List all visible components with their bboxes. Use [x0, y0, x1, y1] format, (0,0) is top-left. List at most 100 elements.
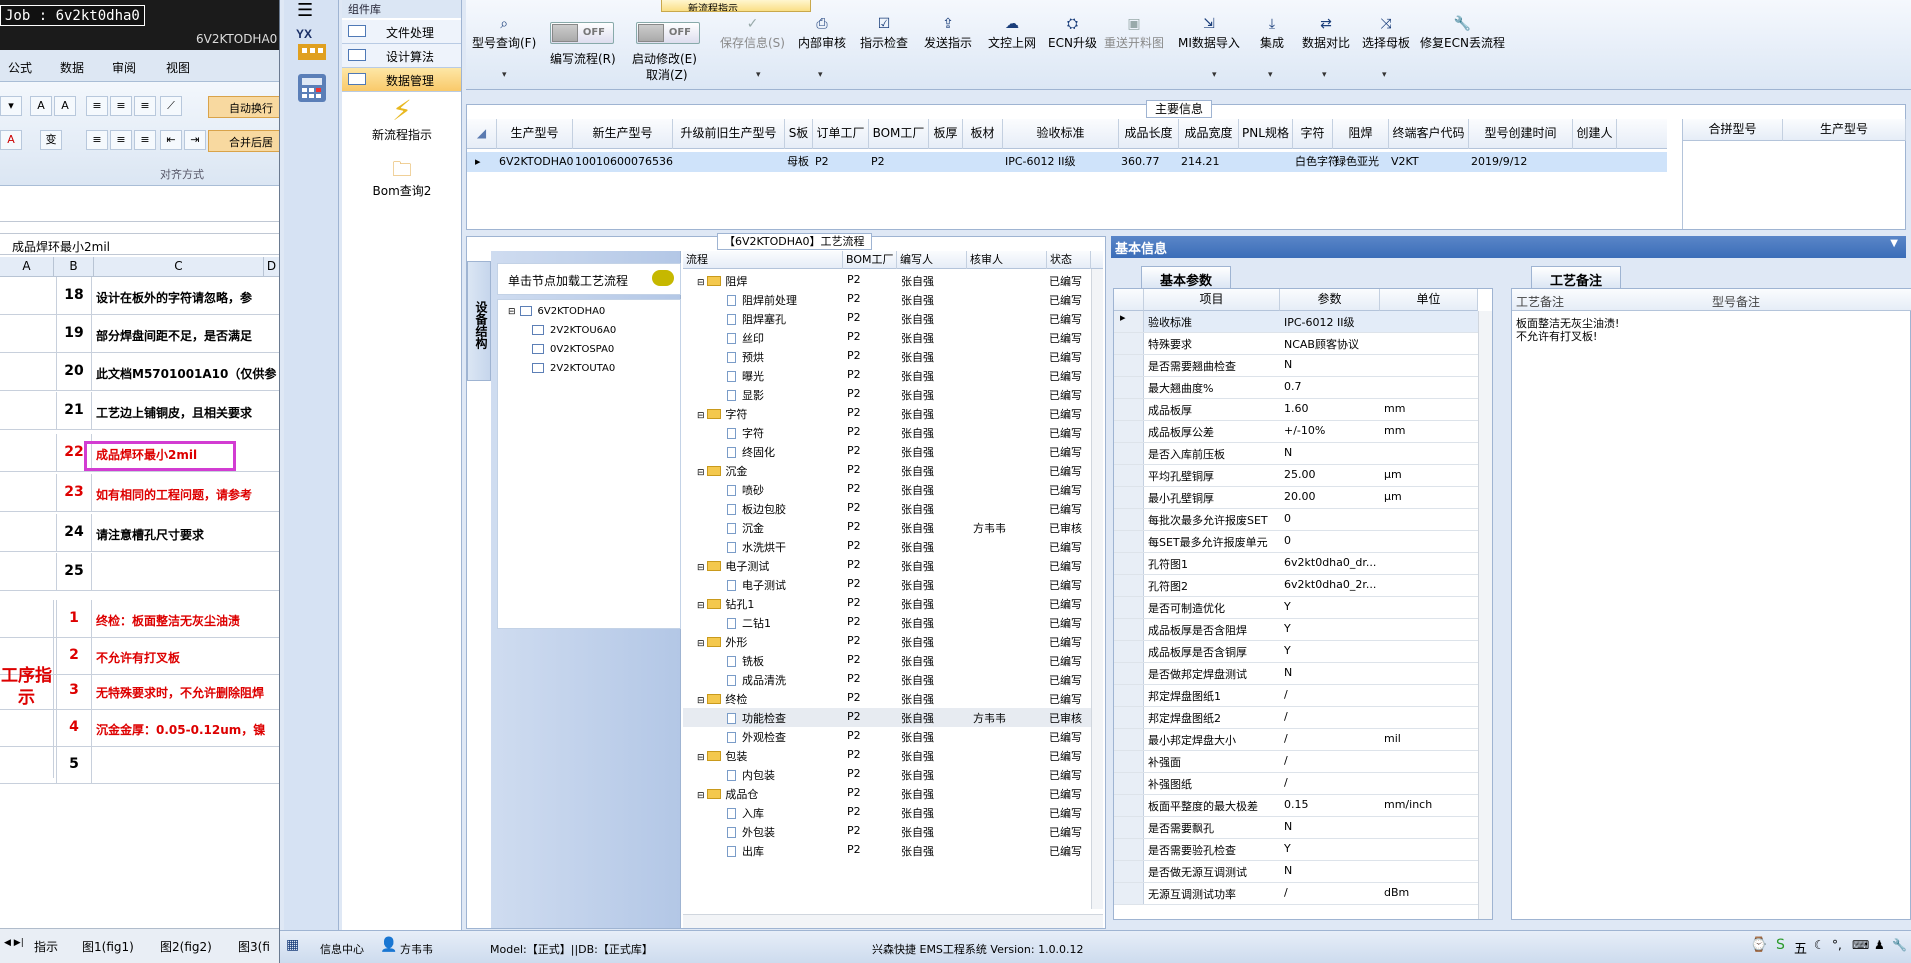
ime-logo-icon[interactable]: S: [1776, 937, 1785, 953]
sheet-tab-3[interactable]: 图2(fig2): [160, 938, 212, 955]
row-selector-icon[interactable]: ▸: [475, 152, 481, 172]
ime-icon[interactable]: ⌚: [1750, 937, 1767, 953]
row-selector[interactable]: [1114, 861, 1144, 882]
param-value[interactable]: Y: [1284, 842, 1378, 855]
table-cell[interactable]: 母板: [787, 152, 809, 172]
expander-icon[interactable]: ⊟: [697, 753, 707, 763]
phonetic-button[interactable]: 变: [40, 130, 62, 150]
param-row[interactable]: 是否需要验孔检查 Y: [1114, 839, 1478, 861]
col-header[interactable]: 板厚: [929, 119, 963, 149]
param-row[interactable]: 邦定焊盘图纸2 /: [1114, 707, 1478, 729]
flow-row[interactable]: 水洗烘干 P2 张自强 已编写: [683, 537, 1093, 556]
col-header-c[interactable]: C: [94, 257, 264, 277]
expander-icon[interactable]: ⊟: [697, 791, 707, 801]
model-query-button[interactable]: ⌕ 型号查询(F): [472, 16, 536, 51]
repair-ecn-button[interactable]: 🔧 修复ECN丢流程: [1420, 16, 1505, 51]
cell-text[interactable]: 工艺边上铺铜皮，且相关要求: [96, 404, 252, 421]
row-selector[interactable]: [1114, 553, 1144, 574]
excel-row[interactable]: 18 设计在板外的字符请忽略，参: [0, 277, 279, 315]
chevron-down-icon[interactable]: ▾: [1268, 70, 1273, 80]
param-row[interactable]: 成品板厚 1.60 mm: [1114, 399, 1478, 421]
col-header-model-memo[interactable]: 型号备注: [1712, 293, 1760, 310]
row-selector[interactable]: [1114, 509, 1144, 530]
param-value[interactable]: 6v2kt0dha0_dr...: [1284, 556, 1378, 569]
row-selector[interactable]: [1114, 707, 1144, 728]
param-row[interactable]: 补强面 /: [1114, 751, 1478, 773]
table-cell[interactable]: 6V2KTODHA0: [499, 152, 574, 172]
flow-row[interactable]: ⊟ 电子测试 P2 张自强 已编写: [683, 556, 1093, 575]
keyboard-icon[interactable]: ⌨: [1852, 938, 1869, 952]
mi-import-button[interactable]: ⇲ MI数据导入: [1178, 16, 1240, 51]
param-value[interactable]: N: [1284, 446, 1378, 459]
chevron-down-icon[interactable]: ▾: [1382, 70, 1387, 80]
table-cell[interactable]: 2019/9/12: [1471, 152, 1527, 172]
col-header[interactable]: 成品宽度: [1179, 119, 1239, 149]
flow-row[interactable]: 成品清洗 P2 张自强 已编写: [683, 670, 1093, 689]
param-row[interactable]: 是否做邦定焊盘测试 N: [1114, 663, 1478, 685]
param-value[interactable]: Y: [1284, 600, 1378, 613]
flow-row[interactable]: 二钻1 P2 张自强 已编写: [683, 613, 1093, 632]
align-top-button[interactable]: ≡: [86, 96, 108, 116]
flow-row[interactable]: 板边包胶 P2 张自强 已编写: [683, 499, 1093, 518]
col-header[interactable]: 型号创建时间: [1469, 119, 1573, 149]
param-row[interactable]: 是否入库前压板 N: [1114, 443, 1478, 465]
chevron-down-icon[interactable]: ▾: [1322, 70, 1327, 80]
flow-row[interactable]: 曝光 P2 张自强 已编写: [683, 366, 1093, 385]
param-value[interactable]: /: [1284, 886, 1378, 899]
col-header-bom[interactable]: BOM工厂: [843, 251, 897, 269]
param-value[interactable]: Y: [1284, 644, 1378, 657]
row-selector[interactable]: [1114, 399, 1144, 420]
expander-icon[interactable]: ⊟: [697, 278, 707, 288]
cell-text[interactable]: 沉金金厚：0.05-0.12um，镍: [96, 721, 265, 738]
wrench-tray-icon[interactable]: 🔧: [1892, 938, 1907, 952]
row-selector[interactable]: [1114, 575, 1144, 596]
param-row[interactable]: 特殊要求 NCAB顾客协议: [1114, 333, 1478, 355]
flow-row[interactable]: 外包装 P2 张自强 已编写: [683, 822, 1093, 841]
flow-row[interactable]: 出库 P2 张自强 已编写: [683, 841, 1093, 860]
horizontal-scrollbar[interactable]: [683, 914, 1103, 928]
param-value[interactable]: +/-10%: [1284, 424, 1378, 437]
expander-icon[interactable]: ⊟: [508, 307, 516, 317]
flow-row[interactable]: 阻焊前处理 P2 张自强 已编写: [683, 290, 1093, 309]
param-value[interactable]: N: [1284, 820, 1378, 833]
table-cell[interactable]: 360.77: [1121, 152, 1160, 172]
chat-bubble-icon[interactable]: [652, 270, 674, 286]
param-value[interactable]: NCAB顾客协议: [1284, 336, 1378, 352]
flow-row[interactable]: 沉金 P2 张自强 方韦韦 已审核: [683, 518, 1093, 537]
flow-row[interactable]: ⊟ 钻孔1 P2 张自强 已编写: [683, 594, 1093, 613]
col-header[interactable]: 成品长度: [1119, 119, 1179, 149]
param-value[interactable]: /: [1284, 688, 1378, 701]
param-value[interactable]: /: [1284, 754, 1378, 767]
col-header[interactable]: 订单工厂: [813, 119, 869, 149]
col-header[interactable]: PNL规格: [1239, 119, 1293, 149]
param-value[interactable]: IPC-6012 II级: [1284, 314, 1378, 330]
ribbon-tab-review[interactable]: 审阅: [112, 59, 136, 76]
excel-row[interactable]: 19 部分焊盘间距不足，是否满足: [0, 315, 279, 353]
sidebar-item-file[interactable]: 文件处理: [342, 20, 461, 44]
param-row[interactable]: 孔符图2 6v2kt0dha0_2r...: [1114, 575, 1478, 597]
align-bottom-button[interactable]: ≡: [134, 96, 156, 116]
row-selector[interactable]: [1114, 663, 1144, 684]
flow-row[interactable]: 外观检查 P2 张自强 已编写: [683, 727, 1093, 746]
cell-text[interactable]: 部分焊盘间距不足，是否满足: [96, 327, 252, 344]
excel-row[interactable]: 20 此文档M5701001A10（仅供参: [0, 353, 279, 391]
col-header-prod-model[interactable]: 生产型号: [1783, 119, 1906, 141]
expander-icon[interactable]: ⊟: [697, 563, 707, 573]
param-value[interactable]: 0.7: [1284, 380, 1378, 393]
align-right-button[interactable]: ≡: [134, 130, 156, 150]
cell-text[interactable]: 终检：板面整洁无灰尘油渍: [96, 612, 240, 629]
align-center-button[interactable]: ≡: [110, 130, 132, 150]
param-row[interactable]: ▸ 验收标准 IPC-6012 II级: [1114, 311, 1478, 333]
start-edit-toggle[interactable]: OFF: [636, 22, 700, 44]
col-header[interactable]: 字符: [1293, 119, 1333, 149]
param-row[interactable]: 最大翘曲度% 0.7: [1114, 377, 1478, 399]
merge-center-button[interactable]: 合并后居: [208, 130, 279, 152]
param-row[interactable]: 每批次最多允许报废SET 0: [1114, 509, 1478, 531]
align-left-button[interactable]: ≡: [86, 130, 108, 150]
param-value[interactable]: N: [1284, 358, 1378, 371]
row-selector[interactable]: [1114, 333, 1144, 354]
sidebar-item-data[interactable]: 数据管理: [342, 68, 461, 92]
col-header-merge-model[interactable]: 合拼型号: [1683, 119, 1783, 141]
expander-icon[interactable]: ⊟: [697, 601, 707, 611]
col-header[interactable]: S板: [785, 119, 813, 149]
